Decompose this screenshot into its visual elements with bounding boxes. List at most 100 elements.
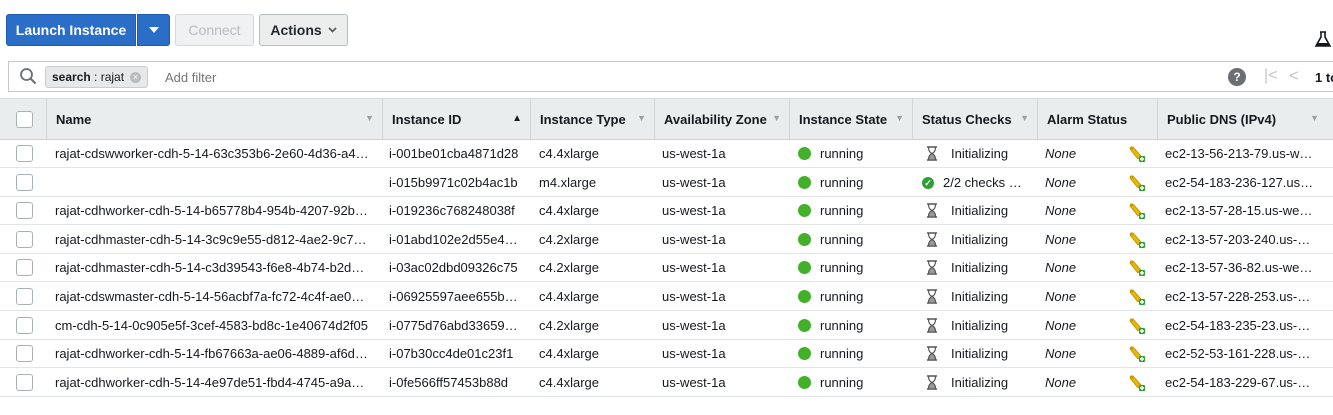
create-alarm-icon[interactable]	[1128, 288, 1146, 306]
table-row[interactable]: rajat-cdhmaster-cdh-5-14-c3d39543-f6e8-4…	[0, 254, 1333, 283]
filter-bar: search : rajat × ? |< < 1 to	[8, 61, 1333, 92]
availability-zone: us-west-1a	[662, 231, 726, 247]
public-dns: ec2-54-183-235-23.us-…	[1165, 317, 1311, 333]
sort-icon: ▼	[772, 113, 781, 123]
public-dns: ec2-13-57-28-15.us-we…	[1165, 203, 1313, 219]
table-row[interactable]: rajat-cdhworker-cdh-5-14-b65778b4-954b-4…	[0, 197, 1333, 226]
instance-type: c4.2xlarge	[539, 260, 599, 276]
table-row[interactable]: i-015b9971c02b4ac1b m4.xlarge us-west-1a ru…	[0, 169, 1333, 197]
public-dns: ec2-54-183-236-127.us…	[1165, 174, 1314, 190]
search-icon	[20, 68, 37, 85]
instance-name: rajat-cdhworker-cdh-5-14-fb67663a-ae06-4…	[55, 346, 368, 362]
public-dns: ec2-13-57-228-253.us-…	[1165, 289, 1311, 304]
create-alarm-icon[interactable]	[1128, 202, 1146, 220]
hourglass-icon	[927, 146, 937, 161]
row-checkbox[interactable]	[16, 345, 33, 363]
instance-state: running	[820, 203, 864, 219]
launch-instance-button[interactable]: Launch Instance	[6, 14, 136, 46]
create-alarm-icon[interactable]	[1128, 145, 1146, 163]
first-page-icon[interactable]: |<	[1264, 67, 1278, 85]
alarm-status: None	[1045, 146, 1077, 161]
row-checkbox[interactable]	[16, 145, 33, 162]
instance-id: i-0fe566ff57453b88d	[389, 374, 509, 390]
instance-id: i-019236c768248038f	[389, 203, 515, 219]
availability-zone: us-west-1a	[662, 346, 726, 362]
instance-name: cm-cdh-5-14-0c905e5f-3cef-4583-bd8c-1e40…	[55, 317, 368, 333]
instance-name: rajat-cdswworker-cdh-5-14-63c353b6-2e60-…	[55, 146, 369, 161]
actions-button[interactable]: Actions	[259, 14, 348, 46]
table-row[interactable]: rajat-cdswworker-cdh-5-14-63c353b6-2e60-…	[0, 140, 1333, 168]
instance-type: c4.4xlarge	[539, 289, 599, 304]
row-checkbox[interactable]	[16, 373, 33, 391]
table-row[interactable]: rajat-cdhmaster-cdh-5-14-3c9c9e55-d812-4…	[0, 226, 1333, 254]
table-row[interactable]: cm-cdh-5-14-0c905e5f-3cef-4583-bd8c-1e40…	[0, 312, 1333, 340]
instance-state: running	[820, 260, 864, 276]
alarm-status: None	[1045, 231, 1077, 247]
close-icon[interactable]: ×	[130, 71, 142, 83]
column-header-availability-zone[interactable]: Availability Zone ▼	[654, 99, 789, 139]
add-filter-input[interactable]	[165, 70, 565, 85]
row-checkbox[interactable]	[16, 288, 33, 305]
instance-state: running	[820, 289, 864, 304]
flask-icon[interactable]	[1314, 30, 1332, 48]
status-checks: Initializing	[951, 260, 1009, 276]
column-header-instance-type[interactable]: Instance Type ▼	[530, 99, 654, 139]
alarm-status: None	[1045, 317, 1077, 333]
row-checkbox[interactable]	[16, 259, 33, 277]
filter-token[interactable]: search : rajat ×	[45, 66, 149, 88]
row-checkbox[interactable]	[16, 173, 33, 191]
availability-zone: us-west-1a	[662, 289, 726, 304]
instance-id: i-01abd102e2d55e4…	[389, 231, 518, 247]
create-alarm-icon[interactable]	[1128, 317, 1146, 335]
status-checks[interactable]: 2/2 checks …	[943, 169, 1031, 197]
create-alarm-icon[interactable]	[1128, 374, 1146, 392]
hourglass-icon	[927, 260, 937, 276]
instance-name: rajat-cdhmaster-cdh-5-14-3c9c9e55-d812-4…	[55, 231, 367, 247]
help-icon[interactable]: ?	[1228, 68, 1246, 86]
create-alarm-icon[interactable]	[1128, 345, 1146, 363]
hourglass-icon	[927, 289, 937, 304]
column-header-instance-state[interactable]: Instance State ▼	[789, 99, 912, 139]
alarm-status: None	[1045, 374, 1077, 390]
instance-id: i-03ac02dbd09326c75	[389, 260, 518, 276]
column-header-status-checks[interactable]: Status Checks ▼	[912, 99, 1037, 139]
table-row[interactable]: rajat-cdswmaster-cdh-5-14-56acbf7a-fc72-…	[0, 283, 1333, 311]
row-checkbox[interactable]	[16, 316, 33, 334]
instance-state: running	[820, 231, 864, 247]
instance-type: c4.4xlarge	[539, 346, 599, 362]
alarm-status: None	[1045, 346, 1077, 362]
create-alarm-icon[interactable]	[1128, 259, 1146, 277]
instance-name: rajat-cdhworker-cdh-5-14-4e97de51-fbd4-4…	[55, 374, 365, 390]
instance-state: running	[820, 317, 864, 333]
instance-id: i-07b30cc4de01c23f1	[389, 346, 514, 362]
row-checkbox[interactable]	[16, 202, 33, 220]
availability-zone: us-west-1a	[662, 174, 726, 190]
running-status-icon	[798, 347, 811, 361]
alarm-status: None	[1045, 289, 1077, 304]
instance-state: running	[820, 174, 864, 190]
chevron-down-icon	[328, 25, 337, 36]
column-header-public-dns[interactable]: Public DNS (IPv4) ▼	[1157, 99, 1327, 139]
table-row[interactable]: rajat-cdhworker-cdh-5-14-4e97de51-fbd4-4…	[0, 369, 1333, 397]
column-header-name[interactable]: Name ▼	[46, 99, 382, 139]
column-header-instance-id[interactable]: Instance ID ▲	[382, 99, 530, 139]
filter-token-value: : rajat	[94, 70, 125, 84]
hourglass-icon	[927, 375, 937, 390]
instance-type: c4.2xlarge	[539, 231, 599, 247]
running-status-icon	[798, 261, 811, 275]
hourglass-icon	[927, 317, 937, 333]
create-alarm-icon[interactable]	[1128, 174, 1146, 192]
caret-down-icon	[148, 27, 159, 33]
sort-icon: ▼	[1310, 113, 1319, 123]
select-all-checkbox[interactable]	[16, 111, 33, 128]
connect-button[interactable]: Connect	[175, 14, 254, 46]
previous-page-icon[interactable]: <	[1289, 66, 1299, 86]
column-header-alarm-status[interactable]: Alarm Status	[1037, 99, 1157, 139]
public-dns: ec2-13-57-36-82.us-we…	[1165, 260, 1313, 276]
row-checkbox[interactable]	[16, 230, 33, 248]
alarm-status: None	[1045, 260, 1077, 276]
table-row[interactable]: rajat-cdhworker-cdh-5-14-fb67663a-ae06-4…	[0, 340, 1333, 369]
create-alarm-icon[interactable]	[1128, 231, 1146, 249]
toolbar: Launch Instance Connect Actions	[0, 0, 1333, 56]
launch-options-button[interactable]	[137, 14, 170, 46]
